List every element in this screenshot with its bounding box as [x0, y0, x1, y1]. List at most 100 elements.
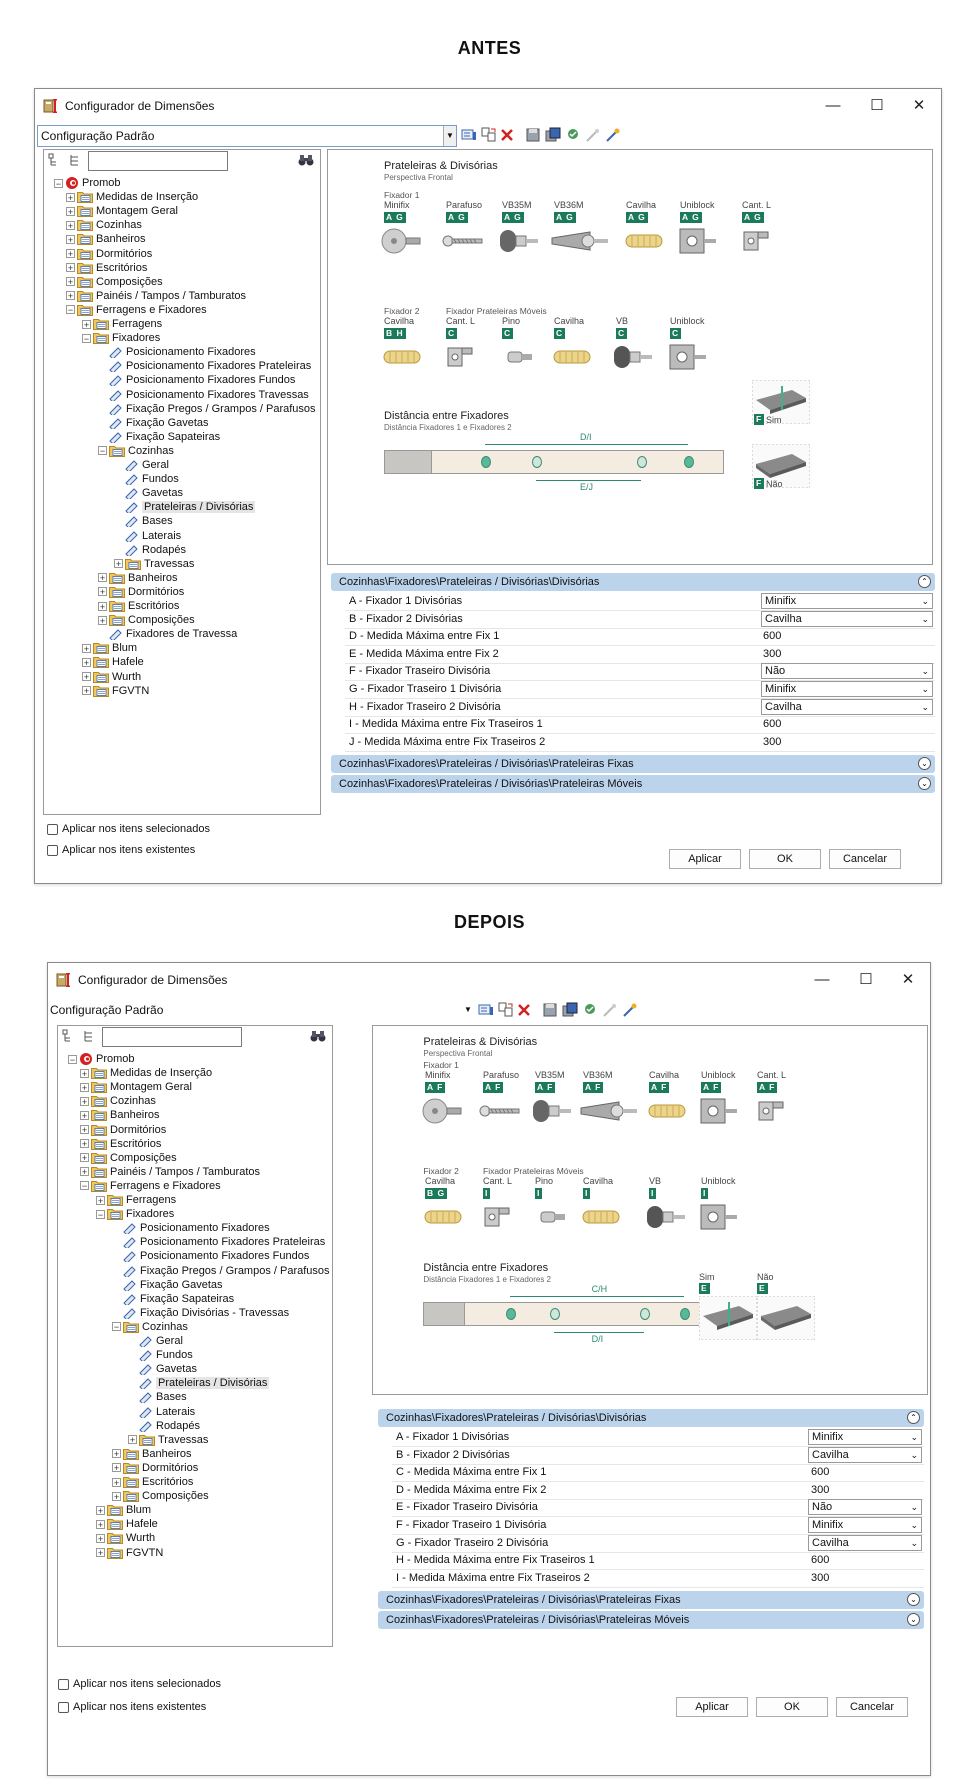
tree-node-folder[interactable]: + Escritórios — [112, 1475, 193, 1489]
chevron-down-icon[interactable]: ⌄ — [910, 1448, 918, 1462]
expand-icon[interactable]: + — [66, 277, 75, 287]
tree-node-folder[interactable]: + Escritórios — [98, 599, 179, 613]
tree-node-brand[interactable]: + Hafele — [96, 1517, 158, 1531]
hardware-parafuso-icon[interactable] — [479, 1096, 523, 1129]
delete-icon[interactable] — [516, 1002, 532, 1018]
option-nao-image[interactable] — [756, 1295, 816, 1343]
tree-node-leaf[interactable]: Bases — [114, 514, 173, 530]
hardware-vb-icon[interactable] — [612, 342, 656, 375]
tree-node-leaf[interactable]: Posicionamento Fixadores Fundos — [98, 373, 295, 389]
tree-node-brand[interactable]: + Blum — [82, 641, 137, 655]
option-sim-image[interactable] — [698, 1295, 758, 1343]
expand-icon[interactable]: + — [128, 1435, 137, 1445]
collapse-icon[interactable]: − — [98, 446, 107, 456]
tree-node-leaf[interactable]: Rodapés — [114, 543, 186, 558]
expand-icon[interactable]: + — [96, 1195, 105, 1205]
property-dropdown[interactable]: Cavilha ⌄ — [761, 698, 933, 715]
checkbox[interactable] — [58, 1701, 69, 1713]
prop-section-prateleiras-fixas[interactable]: Cozinhas\Fixadores\Prateleiras / Divisór… — [331, 755, 935, 774]
hardware-cant-l-icon[interactable] — [753, 1096, 797, 1129]
prop-section-divisorias[interactable]: Cozinhas\Fixadores\Prateleiras / Divisór… — [331, 573, 935, 591]
tree-node-ferragens[interactable]: + Ferragens — [82, 317, 162, 331]
apply-button[interactable]: Aplicar — [669, 849, 741, 869]
tree-node-leaf[interactable]: Fundos — [128, 1348, 193, 1363]
save-icon[interactable] — [542, 1002, 558, 1018]
tree-node-travessas[interactable]: + Travessas — [114, 557, 194, 571]
tree-node-cozinhas[interactable]: − Cozinhas — [98, 444, 174, 458]
tree-node-brand[interactable]: + FGVTN — [96, 1546, 163, 1560]
tree-node-folder[interactable]: + Cozinhas — [80, 1094, 156, 1108]
hardware-uniblock-icon[interactable] — [697, 1202, 741, 1235]
expand-icon[interactable]: + — [80, 1110, 89, 1120]
binoculars-icon[interactable] — [298, 153, 314, 167]
expand-icon[interactable]: + — [80, 1139, 89, 1149]
expand-icon[interactable]: + — [66, 249, 75, 259]
maximize-button[interactable]: ☐ — [857, 93, 897, 119]
checkbox[interactable] — [58, 1678, 69, 1690]
prop-section-prateleiras-fixas[interactable]: Cozinhas\Fixadores\Prateleiras / Divisór… — [378, 1591, 924, 1610]
tree-node-folder[interactable]: + Banheiros — [80, 1108, 160, 1122]
expand-icon[interactable]: ⌄ — [907, 1593, 920, 1607]
save-all-icon[interactable] — [562, 1002, 578, 1018]
expand-icon[interactable]: + — [82, 686, 91, 696]
tree-node-leaf[interactable]: Geral — [114, 458, 169, 473]
collapse-icon[interactable]: − — [80, 1181, 89, 1191]
tree-node-brand[interactable]: + Hafele — [82, 655, 144, 669]
hardware-pino-icon[interactable] — [498, 342, 542, 375]
chevron-down-icon[interactable]: ⌄ — [921, 682, 929, 696]
expand-icon[interactable]: + — [80, 1153, 89, 1163]
tree-node-leaf[interactable]: Posicionamento Fixadores Travessas — [98, 388, 309, 403]
expand-icon[interactable]: + — [66, 263, 75, 273]
tree-node-brand[interactable]: + Wurth — [82, 670, 141, 684]
property-value-input[interactable]: 300 — [811, 1482, 829, 1498]
expand-icon[interactable]: + — [98, 573, 107, 583]
wand-icon[interactable] — [622, 1002, 638, 1018]
tree-root-promob[interactable]: − Promob — [68, 1052, 135, 1066]
expand-icon[interactable]: + — [96, 1548, 105, 1558]
expand-icon[interactable]: ⌄ — [918, 757, 931, 771]
collapse-icon[interactable]: − — [54, 178, 63, 188]
hardware-cant-l-icon[interactable] — [738, 226, 782, 259]
tree-node-fixadores[interactable]: − Fixadores — [96, 1207, 174, 1221]
expand-icon[interactable]: + — [66, 192, 75, 202]
tree-node-leaf[interactable]: Fixadores de Travessa — [98, 627, 237, 642]
minimize-button[interactable]: — — [813, 93, 853, 119]
tree-node-folder[interactable]: + Dormitórios — [112, 1461, 198, 1475]
tree-search-input[interactable] — [88, 151, 228, 171]
expand-icon[interactable]: + — [112, 1491, 121, 1501]
hardware-cant-l-icon[interactable] — [479, 1202, 523, 1235]
tree-node-travessas[interactable]: + Travessas — [128, 1433, 208, 1447]
expand-icon[interactable]: + — [112, 1477, 121, 1487]
chevron-down-icon[interactable]: ⌄ — [910, 1430, 918, 1444]
tree-search-input[interactable] — [102, 1027, 242, 1047]
hardware-vb35m-icon[interactable] — [531, 1096, 575, 1129]
properties-icon[interactable] — [461, 127, 477, 143]
apply-selected-checkbox[interactable]: Aplicar nos itens selecionados — [58, 1678, 221, 1690]
tree-node-folder[interactable]: + Dormitórios — [98, 585, 184, 599]
copy-icon[interactable] — [481, 127, 497, 143]
tree-node-leaf[interactable]: Laterais — [128, 1405, 195, 1420]
expand-icon[interactable]: + — [96, 1505, 105, 1515]
expand-icon[interactable]: + — [80, 1167, 89, 1177]
hardware-cavilha-icon[interactable] — [421, 1202, 465, 1235]
ok-button[interactable]: OK — [749, 849, 821, 869]
tree-node-folder[interactable]: + Escritórios — [66, 261, 147, 275]
save-icon[interactable] — [525, 127, 541, 143]
tree-node-folder[interactable]: + Banheiros — [66, 232, 146, 246]
tree-node-folder[interactable]: + Composições — [98, 613, 195, 627]
tree-node-leaf[interactable]: Fundos — [114, 472, 179, 487]
expand-icon[interactable]: + — [98, 601, 107, 611]
property-dropdown[interactable]: Minifix ⌄ — [761, 681, 933, 697]
property-value-input[interactable]: 300 — [763, 734, 781, 750]
delete-icon[interactable] — [499, 127, 515, 143]
tree-node-leaf[interactable]: Fixação Sapateiras — [112, 1292, 234, 1307]
hardware-vb35m-icon[interactable] — [498, 226, 542, 259]
hardware-vb36m-icon[interactable] — [579, 1096, 639, 1129]
property-dropdown[interactable]: Minifix ⌄ — [808, 1517, 922, 1533]
chevron-down-icon[interactable]: ⌄ — [921, 594, 929, 608]
chevron-down-icon[interactable]: ⌄ — [910, 1500, 918, 1514]
expand-icon[interactable]: + — [98, 587, 107, 597]
tree-node-leaf[interactable]: Fixação Pregos / Grampos / Parafusos — [98, 402, 316, 417]
tree-node-leaf[interactable]: Posicionamento Fixadores Prateleiras — [98, 359, 311, 375]
property-value-input[interactable]: 300 — [811, 1570, 829, 1586]
